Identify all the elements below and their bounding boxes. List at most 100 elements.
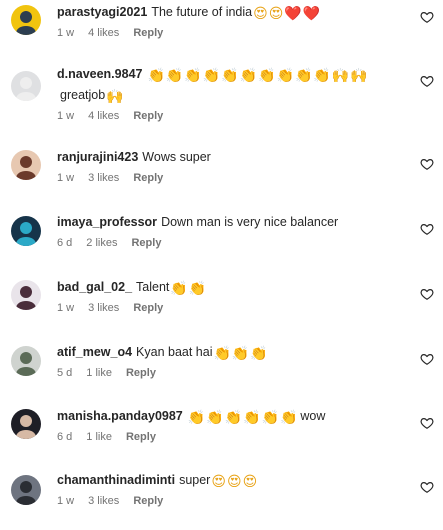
comment-meta: 1 w 4 likes Reply [57,110,409,122]
emoji: 😍 [211,473,226,489]
emoji: 👏 [165,67,184,83]
emoji: 🙌 [106,88,124,104]
avatar-image [11,409,41,439]
comment-text: Kyan baat hai [136,345,213,359]
reply-button[interactable]: Reply [133,110,163,122]
comment-item: atif_mew_o4 Kyan baat hai👏👏👏 5 d1 like Repl… [0,340,443,392]
avatar[interactable] [11,346,41,376]
comment-body: manisha.panday0987 👏👏👏👏👏👏 wow 6 d1 like Repl… [57,406,409,443]
comment-likes-count[interactable]: 4 likes [88,27,119,39]
comment-time: 6 d [57,431,73,443]
like-button[interactable] [420,416,434,430]
avatar[interactable] [11,409,41,439]
emoji: 🙌 [350,67,368,83]
like-button[interactable] [420,74,434,88]
comment-likes-count[interactable]: 2 likes [86,237,117,249]
emoji: 😍 [268,5,284,21]
emoji: 👏 [206,409,224,425]
heart-outline-icon [420,12,434,23]
reply-button[interactable]: Reply [126,367,156,379]
like-button[interactable] [420,480,434,494]
avatar[interactable] [11,475,41,505]
emoji: 👏 [202,67,221,83]
comment-text: super [179,473,211,487]
comment-username[interactable]: atif_mew_o4 [57,345,132,359]
avatar-image [11,280,41,310]
comment-body: d.naveen.9847 👏👏👏👏👏👏👏👏👏👏🙌🙌greatjob🙌 1 w4 l… [57,64,409,122]
reply-button[interactable]: Reply [133,495,163,507]
heart-outline-icon [420,159,434,170]
comment-text: Down man is very nice balancer [161,215,339,229]
like-button[interactable] [420,10,434,24]
comment-line: ranjurajini423 Wows super [57,147,409,168]
heart-outline-icon [420,289,434,300]
comment-line: parastyagi2021 The future of india😍😍❤️❤️ [57,2,409,23]
reply-button[interactable]: Reply [126,431,156,443]
comment-username[interactable]: ranjurajini423 [57,150,138,164]
avatar[interactable] [11,5,41,35]
comment-likes-count[interactable]: 3 likes [88,302,119,314]
comment-time: 1 w [57,302,75,314]
comment-username[interactable]: parastyagi2021 [57,5,147,19]
comment-line: chamanthinadiminti super😍😍😍 [57,470,409,491]
emoji: 👏 [313,67,331,83]
comment-likes-count[interactable]: 3 likes [88,495,119,507]
comment-meta: 1 w 3 likes Reply [57,302,409,314]
emoji: 👏 [243,409,261,425]
avatar-image [11,5,41,35]
emoji: 👏 [187,409,206,425]
heart-outline-icon [420,418,434,429]
avatar-image [11,346,41,376]
comment-likes-count[interactable]: 1 like [86,367,112,379]
emoji: 👏 [213,345,231,361]
comment-meta: 1 w 3 likes Reply [57,172,409,184]
avatar[interactable] [11,216,41,246]
comment-likes-count[interactable]: 1 like [86,431,112,443]
like-button[interactable] [420,222,434,236]
avatar[interactable] [11,150,41,180]
emoji: 👏 [231,345,250,361]
like-button[interactable] [420,157,434,171]
heart-outline-icon [420,354,434,365]
comment-body: ranjurajini423 Wows super 1 w 3 likes Reply [57,147,409,184]
comment-item: imaya_professor Down man is very nice bal… [0,210,443,262]
heart-outline-icon [420,76,434,87]
comment-body: imaya_professor Down man is very nice bal… [57,212,409,249]
comment-item: chamanthinadiminti super😍😍😍 1 w3 likes Repl… [0,468,443,520]
comment-meta: 6 d 2 likes Reply [57,237,409,249]
comment-username[interactable]: chamanthinadiminti [57,473,175,487]
reply-button[interactable]: Reply [133,172,163,184]
emoji: ❤️ [302,5,321,21]
reply-button[interactable]: Reply [131,237,161,249]
comment-body: parastyagi2021 The future of india😍😍❤️❤️ 1… [57,2,409,39]
emoji: 👏 [184,67,202,83]
avatar-image [11,150,41,180]
like-button[interactable] [420,352,434,366]
like-button[interactable] [420,287,434,301]
emoji: 👏 [188,280,207,296]
avatar[interactable] [11,71,41,101]
comment-line: atif_mew_o4 Kyan baat hai👏👏👏 [57,342,409,363]
comment-username[interactable]: bad_gal_02_ [57,280,132,294]
comment-username[interactable]: manisha.panday0987 [57,409,183,423]
comment-username[interactable]: d.naveen.9847 [57,67,142,81]
comment-line: bad_gal_02_ Talent👏👏 [57,277,409,298]
emoji: ❤️ [284,5,302,21]
comment-line: imaya_professor Down man is very nice bal… [57,212,409,233]
comment-likes-count[interactable]: 3 likes [88,172,119,184]
comment-text: The future of india [151,5,253,19]
emoji: 👏 [279,409,298,425]
comment-username[interactable]: imaya_professor [57,215,157,229]
avatar-image [11,71,41,101]
comment-time: 1 w [57,110,75,122]
comment-likes-count[interactable]: 4 likes [88,110,119,122]
emoji: 👏 [147,67,165,83]
comment-text: Wows super [142,150,211,164]
avatar[interactable] [11,280,41,310]
reply-button[interactable]: Reply [133,302,163,314]
comment-item: d.naveen.9847 👏👏👏👏👏👏👏👏👏👏🙌🙌greatjob🙌 1 w4 l… [0,62,443,130]
reply-button[interactable]: Reply [133,27,163,39]
comment-time: 1 w [57,172,75,184]
comment-meta: 6 d 1 like Reply [57,431,409,443]
emoji: 👏 [224,409,243,425]
